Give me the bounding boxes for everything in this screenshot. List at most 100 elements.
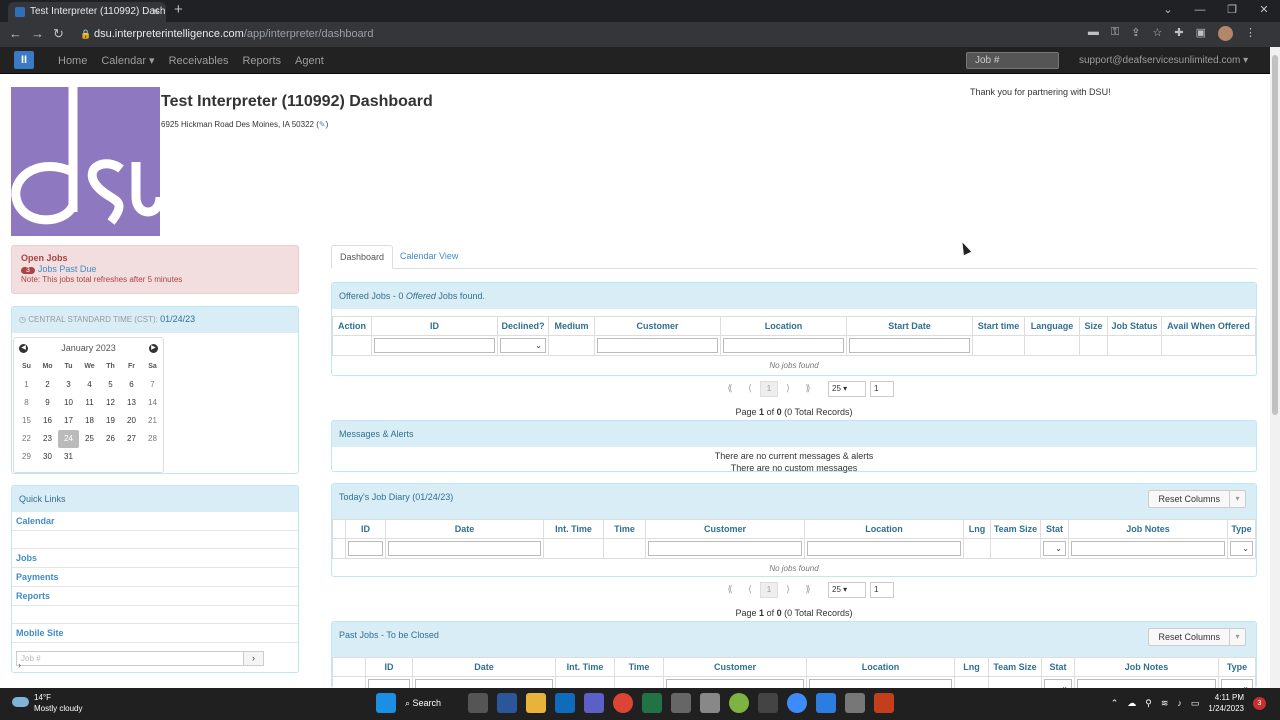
diary-column-header[interactable]: Lng bbox=[963, 519, 991, 539]
calendar-day-today[interactable]: 24 bbox=[58, 430, 79, 448]
past-column-header[interactable]: Date bbox=[412, 657, 556, 677]
key-icon[interactable]: ⚿ bbox=[1111, 26, 1119, 41]
reset-columns-button[interactable]: Reset Columns ▾ bbox=[1148, 490, 1246, 508]
offered-column-header[interactable]: Start Date bbox=[846, 316, 973, 336]
last-page-icon[interactable]: ⟫ bbox=[798, 584, 818, 595]
prev-page-icon[interactable]: ⟨ bbox=[740, 584, 760, 595]
battery-icon[interactable]: ▭ bbox=[1191, 698, 1200, 709]
calendar-day[interactable]: 20 bbox=[121, 412, 142, 430]
bookmark-star-icon[interactable]: ☆ bbox=[1153, 26, 1163, 41]
job-number-search[interactable]: Job # bbox=[966, 52, 1059, 69]
start-date-filter-input[interactable] bbox=[849, 338, 970, 353]
current-page[interactable]: 1 bbox=[760, 380, 778, 397]
page-scrollbar[interactable] bbox=[1270, 47, 1280, 688]
calendar-day[interactable]: 1 bbox=[16, 376, 37, 394]
quick-job-go-button[interactable]: › bbox=[243, 651, 264, 666]
quick-link-mobile-site[interactable]: Mobile Site bbox=[12, 624, 298, 643]
weather-widget[interactable]: 14°F Mostly cloudy bbox=[12, 692, 82, 714]
date-filter-input[interactable] bbox=[415, 679, 553, 688]
teams-icon[interactable] bbox=[584, 693, 604, 713]
offered-column-header[interactable]: Avail When Offered bbox=[1161, 316, 1256, 336]
diary-column-header[interactable]: Type bbox=[1227, 519, 1256, 539]
past-column-header[interactable]: Stat bbox=[1041, 657, 1075, 677]
collapse-arrow-icon[interactable]: › bbox=[18, 660, 21, 670]
app-icon[interactable] bbox=[787, 693, 807, 713]
calculator-icon[interactable] bbox=[845, 693, 865, 713]
app-icon[interactable] bbox=[758, 693, 778, 713]
offered-column-header[interactable]: Customer bbox=[594, 316, 721, 336]
stat-filter-select[interactable]: ⌄ bbox=[1044, 679, 1072, 688]
date-filter-input[interactable] bbox=[388, 541, 541, 556]
file-explorer-icon[interactable] bbox=[526, 693, 546, 713]
calendar-day[interactable]: 15 bbox=[16, 412, 37, 430]
reset-columns-button[interactable]: Reset Columns ▾ bbox=[1148, 628, 1246, 646]
offered-column-header[interactable]: Size bbox=[1079, 316, 1108, 336]
nav-calendar[interactable]: Calendar ▾ bbox=[101, 54, 154, 67]
calendar-day[interactable]: 9 bbox=[37, 394, 58, 412]
chevron-down-icon[interactable]: ▾ bbox=[1229, 629, 1245, 645]
tab-search-icon[interactable]: ⌄ bbox=[1152, 0, 1184, 22]
diary-column-header[interactable]: Date bbox=[385, 519, 544, 539]
offered-column-header[interactable]: Job Status bbox=[1107, 316, 1162, 336]
calendar-day[interactable]: 8 bbox=[16, 394, 37, 412]
first-page-icon[interactable]: ⟪ bbox=[720, 584, 740, 595]
calendar-day[interactable]: 6 bbox=[121, 376, 142, 394]
menu-icon[interactable]: ⋮ bbox=[1245, 26, 1256, 41]
diary-column-header[interactable]: Location bbox=[804, 519, 964, 539]
minimize-icon[interactable]: — bbox=[1184, 0, 1216, 22]
last-page-icon[interactable]: ⟫ bbox=[798, 383, 818, 394]
jobs-past-due-link[interactable]: 3 Jobs Past Due bbox=[21, 264, 289, 274]
nav-agent[interactable]: Agent bbox=[295, 55, 324, 67]
offered-column-header[interactable]: Medium bbox=[548, 316, 595, 336]
calendar-day[interactable]: 21 bbox=[142, 412, 163, 430]
offered-column-header[interactable]: Action bbox=[332, 316, 372, 336]
offered-column-header[interactable]: Start time bbox=[972, 316, 1025, 336]
id-filter-input[interactable] bbox=[368, 679, 410, 688]
offered-column-header[interactable]: Location bbox=[720, 316, 847, 336]
past-column-header[interactable]: Lng bbox=[954, 657, 989, 677]
current-page[interactable]: 1 bbox=[760, 581, 778, 598]
scrollbar-thumb[interactable] bbox=[1272, 55, 1278, 415]
offered-column-header[interactable]: Language bbox=[1024, 316, 1080, 336]
start-icon[interactable] bbox=[376, 693, 396, 713]
user-account-menu[interactable]: support@deafservicesunlimited.com ▾ bbox=[1079, 47, 1248, 74]
edit-address-icon[interactable]: ✎ bbox=[319, 120, 326, 129]
excel-icon[interactable] bbox=[642, 693, 662, 713]
calendar-day[interactable]: 19 bbox=[100, 412, 121, 430]
quick-job-search-input[interactable]: Job # bbox=[16, 651, 264, 666]
next-month-icon[interactable]: ▶ bbox=[148, 343, 158, 353]
calendar-day[interactable]: 7 bbox=[142, 376, 163, 394]
calendar-day[interactable]: 12 bbox=[100, 394, 121, 412]
restore-icon[interactable]: ❐ bbox=[1216, 0, 1248, 22]
prev-month-icon[interactable]: ◀ bbox=[19, 343, 28, 353]
tray-overflow-icon[interactable]: ⌃ bbox=[1111, 698, 1119, 709]
stat-filter-select[interactable]: ⌄ bbox=[1043, 541, 1066, 556]
offered-column-header[interactable]: ID bbox=[371, 316, 498, 336]
calendar-day[interactable]: 3 bbox=[58, 376, 79, 394]
volume-icon[interactable]: ♪ bbox=[1177, 698, 1182, 708]
nav-receivables[interactable]: Receivables bbox=[169, 55, 229, 67]
diary-column-header[interactable]: ID bbox=[345, 519, 386, 539]
notification-badge[interactable]: 3 bbox=[1253, 696, 1266, 710]
calendar-day[interactable]: 5 bbox=[100, 376, 121, 394]
word-icon[interactable] bbox=[497, 693, 517, 713]
location-filter-input[interactable] bbox=[807, 541, 961, 556]
calendar-day[interactable]: 31 bbox=[58, 448, 79, 466]
customer-filter-input[interactable] bbox=[648, 541, 802, 556]
app-icon[interactable] bbox=[729, 693, 749, 713]
taskbar-search[interactable]: ⌕ Search bbox=[405, 693, 459, 713]
customer-filter-input[interactable] bbox=[666, 679, 804, 688]
share-icon[interactable]: ⇪ bbox=[1131, 26, 1140, 41]
camera-icon[interactable]: ▬ bbox=[1088, 26, 1099, 41]
browser-tab[interactable]: Test Interpreter (110992) Dashbo ✕ bbox=[8, 2, 166, 22]
address-bar[interactable]: 🔒 dsu.interpreterintelligence.com/app/in… bbox=[74, 25, 1094, 44]
quick-link-payments[interactable]: Payments bbox=[12, 568, 298, 587]
location-filter-input[interactable] bbox=[723, 338, 844, 353]
side-panel-icon[interactable]: ▣ bbox=[1196, 26, 1206, 41]
page-size-select[interactable]: 25 ▾ bbox=[828, 581, 866, 598]
diary-column-header[interactable]: Job Notes bbox=[1068, 519, 1228, 539]
calendar-day[interactable]: 22 bbox=[16, 430, 37, 448]
past-column-header[interactable]: Team Size bbox=[988, 657, 1042, 677]
calendar-day[interactable]: 4 bbox=[79, 376, 100, 394]
calendar-day[interactable]: 13 bbox=[121, 394, 142, 412]
